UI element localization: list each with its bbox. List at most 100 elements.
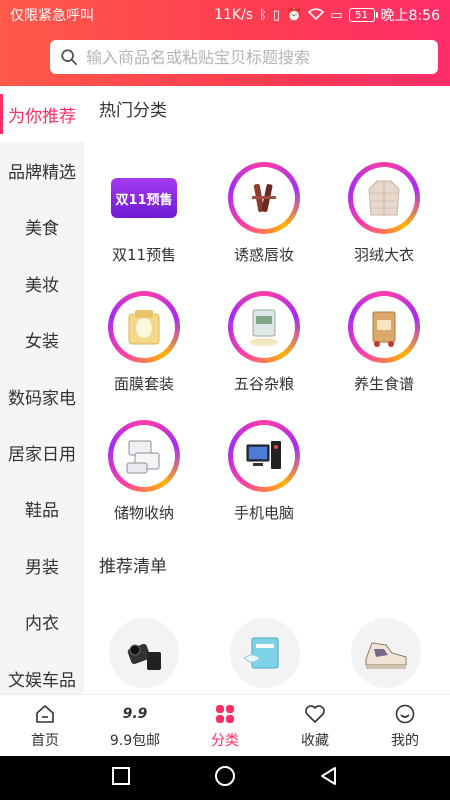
down-jacket-icon <box>368 180 400 216</box>
ring-inner <box>353 296 415 358</box>
nav-label: 分类 <box>211 732 239 749</box>
wifi-icon <box>308 7 325 23</box>
nav-favorites[interactable]: 收藏 <box>270 695 360 756</box>
search-input[interactable] <box>86 47 416 67</box>
ring-inner <box>233 296 295 358</box>
sidebar-item-brands[interactable]: 品牌精选 <box>0 142 84 198</box>
ring-inner <box>233 167 295 229</box>
category-grains[interactable]: 五谷杂粮 <box>204 291 324 394</box>
lipstick-icon <box>252 184 276 212</box>
nav-category[interactable]: 分类 <box>180 695 270 756</box>
face-mask-icon <box>128 310 160 345</box>
recommend-item-sneaker[interactable] <box>351 618 421 688</box>
recent-apps-icon[interactable] <box>111 766 131 790</box>
sidebar-item-label: 为你推荐 <box>8 106 76 127</box>
sidebar-item-beauty[interactable]: 美妆 <box>0 255 84 311</box>
carrier-text: 仅限紧急呼叫 <box>10 8 94 24</box>
bluetooth-icon: ᛒ <box>259 7 267 23</box>
category-label: 五谷杂粮 <box>233 375 294 393</box>
nav-profile[interactable]: 我的 <box>360 695 450 756</box>
sidebar-item-label: 内衣 <box>25 614 59 635</box>
camera-icon <box>127 643 161 670</box>
sidebar-item-label: 居家日用 <box>8 445 76 466</box>
grain-bag-icon <box>250 309 278 346</box>
category-label: 羽绒大衣 <box>353 246 414 264</box>
category-content: 热门分类 双11预售 双11预售 诱惑唇妆 羽绒大衣 面膜套装 五谷杂粮 养生食… <box>84 86 450 694</box>
category-ring <box>348 291 420 363</box>
category-sidebar: 为你推荐 品牌精选 美食 美妆 女装 数码家电 居家日用 鞋品 男装 内衣 文娱… <box>0 86 84 694</box>
sidebar-item-label: 数码家电 <box>8 388 76 409</box>
category-label: 储物收纳 <box>113 504 174 522</box>
nav-label: 首页 <box>31 732 59 749</box>
sidebar-item-women[interactable]: 女装 <box>0 312 84 368</box>
status-bar: 仅限紧急呼叫 11K/s ᛒ ▯ ⏰ ▭ 51 晚上8:56 <box>0 0 450 30</box>
sim-icon: ▭ <box>330 7 343 23</box>
sidebar-item-food[interactable]: 美食 <box>0 199 84 255</box>
category-face-mask[interactable]: 面膜套装 <box>84 291 204 394</box>
ring-inner <box>113 425 175 487</box>
category-ring <box>228 420 300 492</box>
category-storage[interactable]: 储物收纳 <box>84 420 204 523</box>
sidebar-item-label: 品牌精选 <box>8 163 76 184</box>
battery-icon: 51 <box>348 8 378 22</box>
category-icon <box>213 702 237 726</box>
category-health-food[interactable]: 养生食谱 <box>324 291 444 394</box>
nine-nine-icon: 9.9 <box>122 705 148 722</box>
sidebar-item-label: 男装 <box>25 557 59 578</box>
recommend-item-camera[interactable] <box>109 618 179 688</box>
category-double11[interactable]: 双11预售 双11预售 <box>84 162 204 265</box>
storage-box-icon <box>126 440 160 474</box>
status-icons: 11K/s ᛒ ▯ ⏰ ▭ 51 晚上8:56 <box>214 5 440 25</box>
sidebar-item-entertainment[interactable]: 文娱车品 <box>0 650 84 694</box>
clock-time: 晚上8:56 <box>380 8 440 24</box>
category-down-jacket[interactable]: 羽绒大衣 <box>324 162 444 265</box>
sneaker-icon <box>365 642 407 669</box>
bottom-nav: 首页 9.9 9.9包邮 分类 收藏 我的 <box>0 694 450 756</box>
sidebar-item-label: 美妆 <box>25 275 59 296</box>
search-bar[interactable] <box>50 40 438 74</box>
category-ring <box>108 420 180 492</box>
back-icon[interactable] <box>319 766 339 790</box>
category-ring <box>108 291 180 363</box>
ring-inner <box>233 425 295 487</box>
category-label: 养生食谱 <box>353 375 414 393</box>
category-ring <box>228 162 300 234</box>
category-ring <box>348 162 420 234</box>
smile-icon <box>393 702 417 726</box>
sidebar-item-label: 鞋品 <box>25 501 59 522</box>
vibrate-icon: ▯ <box>272 7 281 23</box>
health-food-icon <box>372 311 396 347</box>
alarm-icon: ⏰ <box>286 7 303 23</box>
sidebar-item-men[interactable]: 男装 <box>0 537 84 593</box>
sidebar-item-shoes[interactable]: 鞋品 <box>0 481 84 537</box>
network-speed: 11K/s <box>214 7 254 23</box>
sidebar-item-home[interactable]: 居家日用 <box>0 424 84 480</box>
ring-inner <box>113 296 175 358</box>
home-circle-icon[interactable] <box>214 765 236 791</box>
hot-categories-title: 热门分类 <box>99 101 167 121</box>
computer-icon <box>246 441 281 469</box>
double11-badge-container: 双11预售 <box>108 162 180 234</box>
nav-nine-nine[interactable]: 9.9 9.9包邮 <box>90 695 180 756</box>
nav-label: 我的 <box>391 732 419 749</box>
nav-label: 收藏 <box>301 732 329 749</box>
category-label: 诱惑唇妆 <box>233 246 294 264</box>
category-lipstick[interactable]: 诱惑唇妆 <box>204 162 324 265</box>
sidebar-item-label: 女装 <box>25 332 59 353</box>
search-icon <box>61 49 78 66</box>
ring-inner <box>353 167 415 229</box>
category-label: 双11预售 <box>111 246 177 264</box>
category-label: 面膜套装 <box>113 375 174 393</box>
nav-home[interactable]: 首页 <box>0 695 90 756</box>
heart-icon <box>303 702 327 726</box>
mask-box-icon <box>243 637 279 669</box>
category-label: 手机电脑 <box>233 504 294 522</box>
category-computers[interactable]: 手机电脑 <box>204 420 324 523</box>
double11-presale-badge: 双11预售 <box>111 178 177 218</box>
sidebar-item-recommend[interactable]: 为你推荐 <box>0 86 84 143</box>
sidebar-item-digital[interactable]: 数码家电 <box>0 368 84 424</box>
recommend-item-mask-box[interactable] <box>230 618 300 688</box>
category-ring <box>228 291 300 363</box>
sidebar-item-underwear[interactable]: 内衣 <box>0 594 84 650</box>
nav-label: 9.9包邮 <box>109 732 161 749</box>
